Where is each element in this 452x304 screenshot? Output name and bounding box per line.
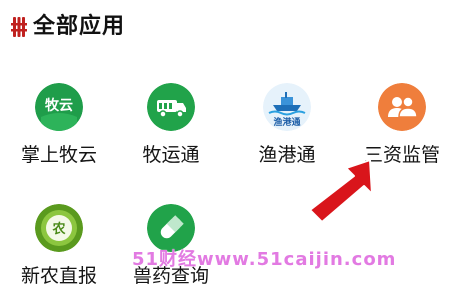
app-xinnong-zhibao[interactable]: 农 新农直报 xyxy=(6,204,112,304)
page-title: 全部应用 xyxy=(33,14,126,39)
section-header: 全部应用 xyxy=(11,10,125,44)
muyun-icon: 牧云 xyxy=(35,83,83,131)
app-label: 牧运通 xyxy=(142,144,200,166)
wheat-logo-icon xyxy=(11,17,27,37)
people-icon xyxy=(378,83,426,131)
svg-text:牧云: 牧云 xyxy=(45,97,73,114)
svg-text:农: 农 xyxy=(51,221,65,237)
app-zhangshang-muyun[interactable]: 牧云 掌上牧云 xyxy=(6,83,112,183)
app-label: 新农直报 xyxy=(20,265,97,287)
svg-text:渔港通: 渔港通 xyxy=(273,116,300,128)
app-label: 掌上牧云 xyxy=(20,144,97,166)
fishing-boat-icon: 渔港通 xyxy=(263,83,311,131)
watermark: 51财经www.51caijin.com xyxy=(132,249,397,270)
pointer-arrow-icon xyxy=(309,159,373,223)
truck-icon xyxy=(147,83,195,131)
agriculture-badge-icon: 农 xyxy=(35,204,83,252)
app-muyuntong[interactable]: 牧运通 xyxy=(118,83,224,183)
